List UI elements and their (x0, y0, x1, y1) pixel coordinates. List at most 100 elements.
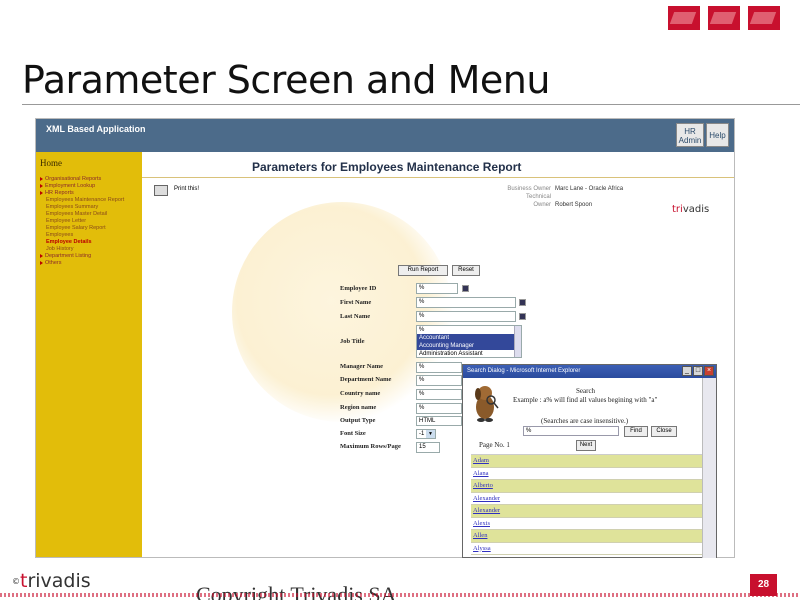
sidebar-item[interactable]: Others (40, 260, 138, 267)
sidebar-subitem[interactable]: Employees Maintenance Report (40, 197, 138, 204)
font-size-label: Font Size (340, 430, 366, 437)
manager-name-label: Manager Name (340, 363, 384, 370)
result-link[interactable]: Alana (471, 468, 702, 480)
business-owner-label: Business Owner (507, 186, 551, 192)
sidebar-item[interactable]: Department Listing (40, 253, 138, 260)
country-name-input[interactable]: % (416, 389, 462, 400)
trivadis-logo: trivadis (672, 204, 710, 215)
output-type-select[interactable]: HTML (416, 416, 462, 426)
font-size-select[interactable]: -1 ▼ (416, 429, 436, 439)
listbox-option-selected[interactable]: Accounting Manager (417, 342, 521, 350)
expand-arrow-icon (40, 190, 43, 195)
title-divider (22, 104, 800, 105)
footer-copyright: Copyright Trivadis SA (196, 582, 397, 600)
listbox-option[interactable]: % (417, 326, 521, 334)
lookup-icon[interactable] (519, 313, 526, 320)
sidebar: Home Organisational Reports Employment L… (36, 152, 142, 557)
window-controls: _ □ × (682, 366, 714, 376)
footer-dash-rule (0, 593, 800, 597)
result-link[interactable]: Allen (471, 530, 702, 543)
region-name-label: Region name (340, 404, 377, 411)
search-example: Example : a% will find all values begini… (513, 396, 658, 404)
sidebar-subitem[interactable]: Employees Master Detail (40, 211, 138, 218)
next-button[interactable]: Next (576, 440, 596, 451)
hr-admin-button[interactable]: HR Admin (676, 123, 704, 147)
chevron-down-icon: ▼ (426, 430, 435, 438)
listbox-option[interactable]: Administration Assistant (417, 350, 521, 358)
page-heading: Parameters for Employees Maintenance Rep… (252, 160, 522, 174)
search-input[interactable]: % (523, 426, 619, 436)
result-link[interactable]: Alexis (471, 518, 702, 530)
last-name-input[interactable]: % (416, 311, 516, 322)
sidebar-subitem[interactable]: Employees (40, 232, 138, 239)
expand-arrow-icon (40, 183, 43, 188)
max-rows-label: Maximum Rows/Page (340, 443, 401, 450)
employee-id-label: Employee ID (340, 285, 377, 292)
result-link[interactable]: Alyssa (471, 543, 702, 555)
search-results: Adam Alana Alberto Alexander Alexander A… (471, 454, 702, 558)
sidebar-subitem[interactable]: Employee Salary Report (40, 225, 138, 232)
dialog-titlebar[interactable]: Search Dialog - Microsoft Internet Explo… (463, 365, 716, 378)
lookup-icon[interactable] (519, 299, 526, 306)
app-header: XML Based Application HR Admin Help (36, 119, 734, 152)
reset-button[interactable]: Reset (452, 265, 480, 276)
search-heading: Search (576, 387, 596, 395)
department-name-input[interactable]: % (416, 375, 462, 386)
page-number-label: Page No. 1 (479, 441, 510, 449)
output-type-label: Output Type (340, 417, 376, 424)
find-button[interactable]: Find (624, 426, 648, 437)
sidebar-subitem[interactable]: Employee Letter (40, 218, 138, 225)
maximize-icon[interactable]: □ (693, 366, 703, 376)
run-report-button[interactable]: Run Report (398, 265, 448, 276)
search-dialog: Search Dialog - Microsoft Internet Explo… (462, 364, 717, 558)
sidebar-home-link[interactable]: Home (40, 158, 138, 168)
business-owner-value: Marc Lane - Oracle Africa (555, 186, 624, 192)
manager-name-input[interactable]: % (416, 362, 462, 373)
logo-square-icon (748, 6, 780, 30)
result-link[interactable]: Alexander (471, 505, 702, 518)
printer-icon[interactable] (154, 185, 168, 196)
close-icon[interactable]: × (704, 366, 714, 376)
job-title-label: Job Title (340, 338, 365, 345)
app-name: XML Based Application (46, 124, 146, 134)
dialog-title: Search Dialog - Microsoft Internet Explo… (467, 368, 581, 374)
search-dog-icon (475, 386, 499, 422)
sidebar-item[interactable]: Employment Lookup (40, 183, 138, 190)
expand-arrow-icon (40, 253, 43, 258)
owner-info: Business Owner Marc Lane - Oracle Africa … (507, 185, 623, 209)
minimize-icon[interactable]: _ (682, 366, 692, 376)
close-button[interactable]: Close (651, 426, 677, 437)
help-button[interactable]: Help (706, 123, 729, 147)
listbox-scrollbar[interactable] (514, 326, 521, 357)
sidebar-subitem-selected[interactable]: Employee Details (40, 239, 138, 246)
last-name-label: Last Name (340, 313, 371, 320)
result-link[interactable]: Adam (471, 455, 702, 468)
technical-owner-label: Technical Owner (525, 194, 551, 208)
sidebar-item[interactable]: Organisational Reports (40, 176, 138, 183)
slide-title: Parameter Screen and Menu (22, 58, 550, 102)
technical-owner-value: Robert Spoon (555, 202, 593, 208)
dialog-scrollbar[interactable] (702, 378, 716, 558)
heading-divider (142, 177, 734, 178)
footer-logo: ©trivadis (12, 570, 91, 592)
lookup-icon[interactable] (462, 285, 469, 292)
search-note: (Searches are case insensitive.) (541, 417, 629, 425)
print-link[interactable]: Print this! (174, 186, 199, 192)
corner-logo (668, 6, 780, 30)
country-name-label: Country name (340, 390, 381, 397)
expand-arrow-icon (40, 260, 43, 265)
job-title-listbox[interactable]: % Accountant Accounting Manager Administ… (416, 325, 522, 358)
sidebar-subitem[interactable]: Job History (40, 246, 138, 253)
sidebar-subitem[interactable]: Employees Summary (40, 204, 138, 211)
employee-id-input[interactable]: % (416, 283, 458, 294)
department-name-label: Department Name (340, 376, 392, 383)
logo-square-icon (668, 6, 700, 30)
max-rows-input[interactable]: 15 (416, 442, 440, 453)
region-name-input[interactable]: % (416, 403, 462, 414)
result-link[interactable]: Alexander (471, 493, 702, 505)
sidebar-item[interactable]: HR Reports (40, 190, 138, 197)
expand-arrow-icon (40, 176, 43, 181)
result-link[interactable]: Alberto (471, 480, 702, 493)
listbox-option-selected[interactable]: Accountant (417, 334, 521, 342)
first-name-input[interactable]: % (416, 297, 516, 308)
